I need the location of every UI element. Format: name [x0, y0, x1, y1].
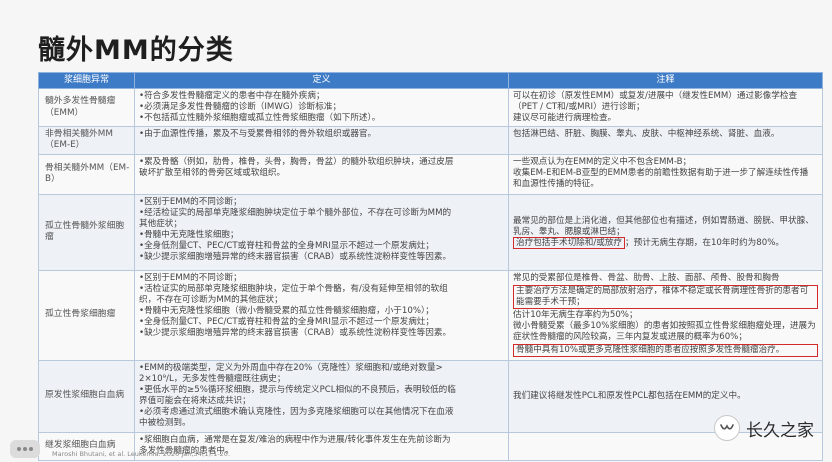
definition-line: •骨髓中无克隆性浆细胞；: [139, 229, 239, 240]
definition-line: •缺少提示浆细胞增殖异常的终末器官损害（CRAB）或系统性淀粉样变性等因素。: [139, 327, 452, 338]
definition-line: •不包括孤立性髓外浆细胞瘤或孤立性骨浆细胞瘤（如下所述）。: [139, 113, 381, 123]
definition-line: •浆细胞白血病，通常是在复发/难治的病程中作为进展/转化事件发生在先前诊断为: [139, 434, 451, 445]
note-text: ；预计无病生存期，在10年时约为80%。: [625, 237, 784, 248]
page-title: 髓外MM的分类: [38, 35, 234, 66]
note-line: 常见的受累部位是椎骨、骨盆、肋骨、上肢、面部、颅骨、股骨和胸骨: [513, 272, 780, 283]
highlight-box: 治疗包括手术切除和/或放疗: [513, 236, 626, 249]
wechat-channel-icon: [714, 415, 740, 441]
note-line: 微小骨髓受累（最多10%浆细胞）的患者如按照孤立性骨浆细胞瘤处理，进展为: [513, 320, 816, 331]
row-type: 骨相关髓外MM（EM-B）: [38, 153, 135, 195]
header-abnormality: 浆细胞异常: [38, 72, 135, 89]
definition-line: •区别于EMM的不同诊断；: [139, 272, 242, 283]
row-notes: 常见的受累部位是椎骨、骨盆、肋骨、上肢、面部、颅骨、股骨和胸骨 主要治疗方法是确…: [508, 269, 823, 361]
note-line: 可以在初诊（原发性EMM）或复发/进展中（继发性EMM）通过影像学检查: [513, 91, 798, 101]
dot-icon: [29, 447, 33, 451]
citation: Maroshi Bhutani, et al. Leukemia. 2020 J…: [52, 450, 231, 458]
row-definition: •区别于EMM的不同诊断； •经活检证实的局部单克隆浆细胞肿块定位于单个髓外部位…: [134, 193, 509, 271]
definition-line: •全身低剂量CT、PEC/CT或脊柱和骨盆的全身MRI显示不超过一个原发病灶；: [139, 316, 435, 327]
note-line: 估计10年无病生存率约为50%；: [513, 309, 638, 320]
definition-line: •区别于EMM的不同诊断；: [139, 196, 242, 207]
classification-table: 浆细胞异常 定义 注释 髓外多发性骨髓瘤（EMM） •符合多发性骨髓瘤定义的患者…: [38, 72, 823, 461]
row-type: 髓外多发性骨髓瘤（EMM）: [38, 88, 135, 127]
definition-line: 界值可能会在将来达成共识；: [139, 395, 251, 406]
brand-watermark: 长久之家: [714, 415, 814, 441]
header-definition: 定义: [134, 72, 509, 89]
channel-glyph-icon: [720, 424, 734, 430]
row-notes: 包括淋巴结、肝脏、胸膜、睾丸、皮肤、中枢神经系统、肾脏、血液。: [508, 126, 823, 155]
dot-icon: [23, 447, 27, 451]
table-row: 孤立性骨髓外浆细胞瘤 •区别于EMM的不同诊断； •经活检证实的局部单克隆浆细胞…: [38, 193, 823, 271]
row-definition: •区别于EMM的不同诊断； •活检证实的局部单克隆浆细胞肿块，定位于单个骨骼，有…: [134, 269, 509, 361]
definition-line: •经活检证实的局部单克隆浆细胞肿块定位于单个髓外部位，不存在可诊断为MM的: [139, 207, 452, 218]
note-line: 症状性骨髓瘤的风险较高，三年内复发或进展的概率为60%；: [513, 331, 747, 342]
row-type: 孤立性骨髓外浆细胞瘤: [38, 193, 135, 271]
note-line: 最常见的部位是上消化道，但其他部位也有描述，例如胃肠道、膀胱、甲状腺、: [513, 215, 814, 226]
row-type: 孤立性骨浆细胞瘤: [38, 269, 135, 361]
definition-line: 破坏扩散至相邻的骨旁区域或软组织。: [139, 167, 286, 178]
definition-line: 2×10⁹/L，无多发性骨髓瘤既往病史；: [139, 373, 286, 384]
row-notes: 最常见的部位是上消化道，但其他部位也有描述，例如胃肠道、膀胱、甲状腺、 乳房、睾…: [508, 193, 823, 271]
definition-line: •必须考虑通过流式细胞术确认克隆性，因为多克隆浆细胞可以在其他情况下在血液: [139, 406, 454, 417]
note-line: 收集EM-E和EM-B亚型的EMM患者的前瞻性数据有助于进一步了解连续性传播: [513, 167, 809, 178]
note-line: 包括淋巴结、肝脏、胸膜、睾丸、皮肤、中枢神经系统、肾脏、血液。: [513, 129, 780, 139]
note-line: 和血源性传播的特征。: [513, 178, 599, 189]
table-row: 骨相关髓外MM（EM-B） •累及骨骼（例如，肋骨，椎骨，头骨，胸骨，骨盆）的髓…: [38, 153, 823, 195]
definition-line: •EMM的极端类型，定义为外周血中存在20%（克隆性）浆细胞和/或绝对数量>: [139, 362, 443, 373]
table-row: 孤立性骨浆细胞瘤 •区别于EMM的不同诊断； •活检证实的局部单克隆浆细胞肿块，…: [38, 269, 823, 361]
highlight-box: 骨髓中具有10%或更多克隆性浆细胞的患者应按照多发性骨髓瘤治疗。: [513, 343, 818, 357]
note-line: 我们建议将继发性PCL和原发性PCL都包括在EMM的定义中。: [513, 390, 746, 401]
definition-line: •全身低剂量CT、PEC/CT或脊柱和骨盆的全身MRI显示不超过一个原发病灶；: [139, 240, 435, 251]
presenter-toolbar[interactable]: [10, 440, 40, 458]
row-type: 非骨相关髓外MM（EM-E）: [38, 126, 135, 155]
table-header-row: 浆细胞异常 定义 注释: [38, 72, 823, 89]
note-line: 乳房、睾丸、腮腺或淋巴结；: [513, 226, 625, 237]
definition-line: 其他症状；: [139, 218, 182, 229]
row-notes: 一些观点认为在EMM的定义中不包含EMM-B； 收集EM-E和EM-B亚型的EM…: [508, 153, 823, 195]
definition-line: •骨髓中无克隆性浆细胞（微小骨髓受累的孤立性骨髓浆细胞瘤，小于10%）；: [139, 305, 434, 316]
definition-line: •由于血源性传播，累及不与受累骨相邻的骨外软组织或器官。: [139, 129, 377, 139]
definition-line: •必须满足多发性骨髓瘤的诊断（IMWG）诊断标准；: [139, 102, 342, 112]
row-definition: •符合多发性骨髓瘤定义的患者中存在髓外疾病； •必须满足多发性骨髓瘤的诊断（IM…: [134, 88, 509, 127]
table-row: 原发性浆细胞白血病 •EMM的极端类型，定义为外周血中存在20%（克隆性）浆细胞…: [38, 359, 823, 433]
definition-line: •累及骨骼（例如，肋骨，椎骨，头骨，胸骨，骨盆）的髓外软组织肿块，通过皮层: [139, 156, 454, 167]
definition-line: •活检证实的局部单克隆浆细胞肿块，定位于单个骨骼，有/没有延伸至相邻的软组: [139, 283, 448, 294]
row-definition: •由于血源性传播，累及不与受累骨相邻的骨外软组织或器官。: [134, 126, 509, 155]
slide: 髓外MM的分类 浆细胞异常 定义 注释 髓外多发性骨髓瘤（EMM） •符合多发性…: [0, 0, 832, 462]
table-row: 髓外多发性骨髓瘤（EMM） •符合多发性骨髓瘤定义的患者中存在髓外疾病； •必须…: [38, 88, 823, 127]
note-line: 建议尽可能进行病理检查。: [513, 113, 617, 123]
header-notes: 注释: [508, 72, 823, 89]
brand-label: 长久之家: [746, 420, 814, 441]
row-notes: 可以在初诊（原发性EMM）或复发/进展中（继发性EMM）通过影像学检查 （PET…: [508, 88, 823, 127]
definition-line: •符合多发性骨髓瘤定义的患者中存在髓外疾病；: [139, 91, 325, 101]
note-line: 治疗包括手术切除和/或放疗 ；预计无病生存期，在10年时约为80%。: [513, 236, 818, 249]
row-type: 原发性浆细胞白血病: [38, 359, 135, 433]
definition-line: 织，不存在可诊断为MM的其他症状；: [139, 294, 283, 305]
definition-line: •缺少提示浆细胞增殖异常的终末器官损害（CRAB）或系统性淀粉样变性等因素。: [139, 251, 452, 262]
definition-line: 中被检测到。: [139, 417, 191, 428]
note-line: 一些观点认为在EMM的定义中不包含EMM-B；: [513, 156, 692, 167]
definition-line: •更低水平的≥5%循环浆细胞，提示与传统定义PCL相似的不良预后，表明较低的临: [139, 384, 456, 395]
row-definition: •EMM的极端类型，定义为外周血中存在20%（克隆性）浆细胞和/或绝对数量> 2…: [134, 359, 509, 433]
dot-icon: [17, 447, 21, 451]
highlight-box: 主要治疗方法是确定的局部放射治疗，椎体不稳定或长骨病理性骨折的患者可能需要手术干…: [513, 284, 818, 309]
table-row: 非骨相关髓外MM（EM-E） •由于血源性传播，累及不与受累骨相邻的骨外软组织或…: [38, 126, 823, 155]
note-line: （PET / CT和/或MRI）进行诊断；: [513, 102, 645, 112]
row-definition: •累及骨骼（例如，肋骨，椎骨，头骨，胸骨，骨盆）的髓外软组织肿块，通过皮层 破坏…: [134, 153, 509, 195]
